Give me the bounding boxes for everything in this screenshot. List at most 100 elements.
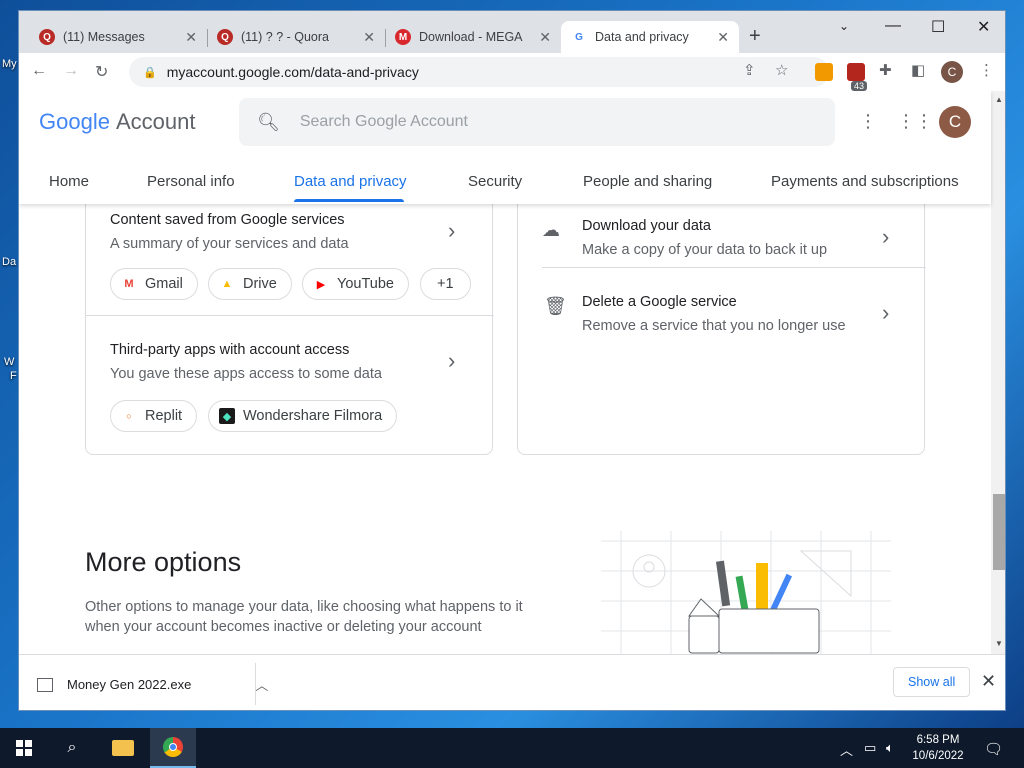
desktop-icon-label[interactable]: F: [10, 370, 17, 382]
content-saved-subtitle: A summary of your services and data: [110, 236, 349, 252]
nav-home[interactable]: Home: [49, 173, 89, 190]
desktop-icon-label[interactable]: Da: [2, 256, 16, 268]
chip-label: Gmail: [145, 276, 183, 292]
toolbox-illustration: [601, 531, 891, 654]
download-data-subtitle: Make a copy of your data to back it up: [582, 242, 828, 258]
desktop-icon-label[interactable]: My: [2, 58, 17, 70]
divider: [255, 663, 256, 705]
chevron-up-icon[interactable]: ︿: [255, 675, 268, 694]
chip-label: Wondershare Filmora: [243, 408, 383, 424]
start-button[interactable]: [4, 728, 44, 768]
profile-avatar[interactable]: C: [941, 61, 963, 83]
chip-filmora[interactable]: ◆ Wondershare Filmora: [208, 400, 398, 432]
reload-icon[interactable]: ↻: [95, 62, 108, 82]
delete-service-title[interactable]: Delete a Google service: [582, 294, 737, 310]
page-viewport: Google Account 🔍︎ ⋮ ⋮⋮⋮ C Home Personal …: [19, 91, 1005, 654]
tab-search-icon[interactable]: ⌄: [839, 19, 849, 33]
chip-more[interactable]: +1: [420, 268, 471, 300]
forward-icon[interactable]: →: [63, 62, 79, 80]
tab-strip: Q (11) Messages ✕ Q (11) ? ? - Quora ✕ M…: [19, 11, 1005, 53]
tab-messages[interactable]: Q (11) Messages ✕: [29, 21, 207, 53]
account-avatar[interactable]: C: [939, 106, 971, 138]
lock-icon[interactable]: 🔒: [143, 66, 157, 79]
more-options-description: Other options to manage your data, like …: [85, 599, 523, 635]
tab-mega[interactable]: M Download - MEGA ✕: [385, 21, 561, 53]
youtube-icon: ▶: [316, 278, 326, 291]
file-explorer-icon[interactable]: [100, 728, 146, 768]
download-file-name: Money Gen 2022.exe: [67, 677, 192, 692]
search-input[interactable]: [299, 113, 800, 131]
back-icon[interactable]: ←: [31, 62, 47, 80]
scroll-up-arrow[interactable]: ▲: [995, 95, 1003, 104]
account-search[interactable]: 🔍︎: [239, 98, 835, 146]
url-text[interactable]: myaccount.google.com/data-and-privacy: [167, 64, 419, 80]
google-wordmark: Google: [39, 109, 110, 134]
scroll-down-arrow[interactable]: ▼: [995, 639, 1003, 648]
taskbar: ⌕ ︿ ▭ 🔈︎ 6:58 PM 10/6/2022 🗨︎: [0, 728, 1024, 768]
download-item[interactable]: Money Gen 2022.exe ︿: [37, 675, 268, 694]
google-account-logo[interactable]: Google Account: [39, 109, 195, 135]
maximize-button[interactable]: ☐: [931, 17, 945, 37]
nav-payments-and-subscriptions[interactable]: Payments and subscriptions: [771, 173, 959, 190]
chip-replit[interactable]: ○ Replit: [110, 400, 198, 432]
close-icon[interactable]: ✕: [363, 29, 375, 46]
download-data-title[interactable]: Download your data: [582, 218, 711, 234]
third-party-title[interactable]: Third-party apps with account access: [110, 342, 349, 358]
chevron-right-icon[interactable]: ›: [882, 300, 889, 326]
minimize-button[interactable]: —: [885, 17, 901, 35]
account-wordmark: Account: [115, 109, 196, 134]
more-options-heading: More options: [85, 547, 242, 577]
extension-icon[interactable]: [847, 63, 865, 81]
close-icon[interactable]: ✕: [539, 29, 551, 46]
chevron-right-icon[interactable]: ›: [448, 218, 455, 244]
desktop-icon-label[interactable]: W: [4, 356, 14, 368]
bookmark-star-icon[interactable]: ☆: [775, 61, 788, 79]
account-nav: Home Personal info Data and privacy Secu…: [19, 163, 991, 204]
chevron-right-icon[interactable]: ›: [882, 224, 889, 250]
account-header: Google Account 🔍︎ ⋮ ⋮⋮⋮ C Home Personal …: [19, 91, 991, 204]
show-all-button[interactable]: Show all: [893, 667, 971, 697]
close-window-button[interactable]: ✕: [977, 17, 990, 37]
new-tab-button[interactable]: +: [749, 25, 761, 48]
more-vert-icon[interactable]: ⋮: [859, 111, 877, 132]
system-clock[interactable]: 6:58 PM 10/6/2022: [908, 732, 968, 764]
divider: [86, 315, 494, 316]
chip-gmail[interactable]: M Gmail: [110, 268, 198, 300]
third-party-subtitle: You gave these apps access to some data: [110, 366, 382, 382]
tray-chevron-icon[interactable]: ︿: [840, 740, 853, 759]
chip-youtube[interactable]: ▶ YouTube: [302, 268, 409, 300]
nav-security[interactable]: Security: [468, 173, 522, 190]
file-icon: [37, 677, 53, 692]
nav-data-and-privacy[interactable]: Data and privacy: [294, 173, 407, 190]
volume-icon[interactable]: 🔈︎: [886, 740, 894, 756]
tab-quora[interactable]: Q (11) ? ? - Quora ✕: [207, 21, 385, 53]
chrome-taskbar-button[interactable]: [150, 728, 196, 768]
clock-date: 10/6/2022: [912, 750, 964, 762]
puzzle-extensions-icon[interactable]: ✚: [879, 61, 892, 79]
share-icon[interactable]: ⇪: [743, 61, 756, 79]
address-bar[interactable]: 🔒 myaccount.google.com/data-and-privacy: [129, 57, 829, 87]
menu-icon[interactable]: ⋮: [979, 61, 994, 79]
scrollbar-thumb[interactable]: [993, 494, 1005, 570]
side-panel-icon[interactable]: ◧: [911, 61, 925, 79]
chip-drive[interactable]: ▲ Drive: [208, 268, 292, 300]
chip-label: Replit: [145, 408, 183, 424]
notification-icon[interactable]: 🗨︎: [984, 740, 1003, 758]
nav-people-and-sharing[interactable]: People and sharing: [583, 173, 712, 190]
search-icon[interactable]: 🔍︎: [257, 112, 280, 133]
close-icon[interactable]: ✕: [185, 29, 197, 46]
mega-icon: M: [395, 29, 411, 45]
clock-time: 6:58 PM: [916, 734, 960, 746]
tab-data-and-privacy[interactable]: G Data and privacy ✕: [561, 21, 739, 53]
close-shelf-icon[interactable]: ✕: [981, 671, 996, 692]
content-saved-title[interactable]: Content saved from Google services: [110, 212, 345, 228]
active-tab-indicator: [294, 199, 404, 202]
replit-icon: ○: [126, 411, 132, 421]
close-icon[interactable]: ✕: [717, 29, 729, 46]
chevron-right-icon[interactable]: ›: [448, 348, 455, 374]
taskbar-search-icon[interactable]: ⌕: [52, 728, 92, 768]
network-icon[interactable]: ▭: [864, 740, 876, 756]
chip-label: +1: [437, 276, 454, 292]
nav-personal-info[interactable]: Personal info: [147, 173, 235, 190]
rss-extension-icon[interactable]: [815, 63, 833, 81]
